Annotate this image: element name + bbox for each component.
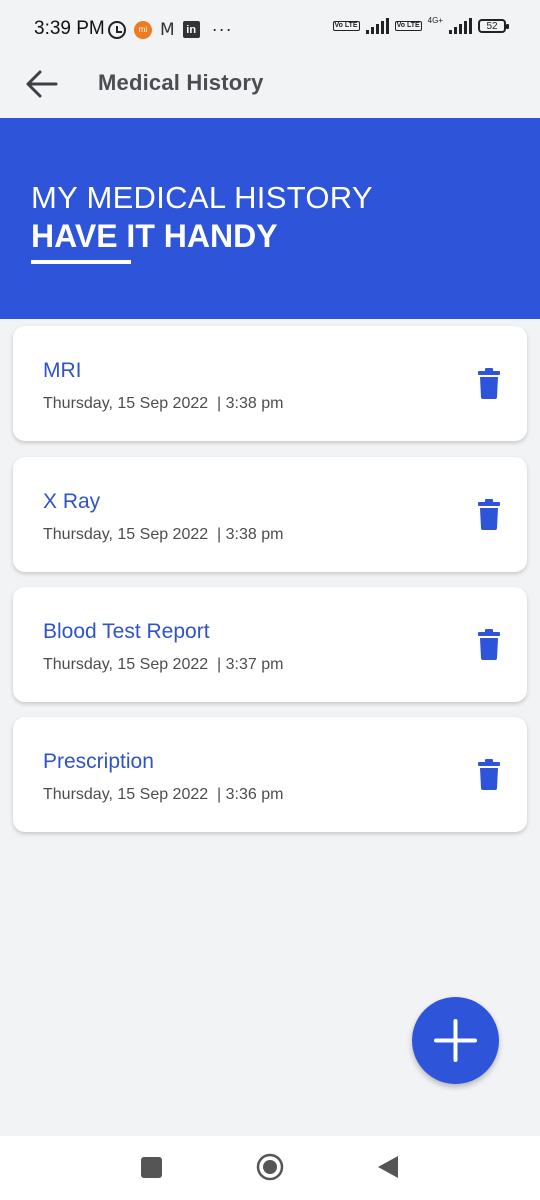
record-title: Prescription [43,750,154,773]
recent-apps-icon[interactable] [141,1157,162,1178]
trash-icon[interactable] [478,499,500,530]
volte-icon-2: Vo LTE [394,21,422,31]
volte-icon: Vo LTE [332,21,360,31]
add-record-button[interactable] [412,997,499,1084]
notification-icons: mi M in ··· [108,19,233,40]
signal-icon [365,18,389,34]
record-card[interactable]: Blood Test Report Thursday, 15 Sep 2022 … [13,587,527,702]
record-card[interactable]: X Ray Thursday, 15 Sep 2022 | 3:38 pm [13,457,527,572]
back-icon[interactable] [377,1155,399,1179]
record-card[interactable]: Prescription Thursday, 15 Sep 2022 | 3:3… [13,717,527,832]
system-nav-bar [0,1136,540,1200]
arrow-left-icon [26,70,58,98]
plus-icon [434,1019,477,1062]
record-datetime: Thursday, 15 Sep 2022 | 3:36 pm [43,786,284,803]
battery-icon: 52 [478,19,509,33]
record-card[interactable]: MRI Thursday, 15 Sep 2022 | 3:38 pm [13,326,527,441]
home-icon[interactable] [256,1153,284,1181]
signal-icon-2 [449,18,472,34]
banner-underline [31,260,131,264]
system-icons: Vo LTE Vo LTE 4G+ 52 [332,15,509,34]
alarm-icon [108,20,126,39]
linkedin-icon: in [182,21,200,38]
record-title: X Ray [43,490,101,513]
trash-icon[interactable] [478,368,500,399]
record-title: Blood Test Report [43,620,210,643]
record-datetime: Thursday, 15 Sep 2022 | 3:38 pm [43,526,284,543]
record-title: MRI [43,359,82,382]
app-bar: Medical History [0,60,540,118]
record-datetime: Thursday, 15 Sep 2022 | 3:37 pm [43,656,284,673]
page-title: Medical History [98,70,264,95]
status-bar: 3:39 PM mi M in ··· Vo LTE Vo LTE 4G+ 52 [0,0,540,60]
record-datetime: Thursday, 15 Sep 2022 | 3:38 pm [43,395,284,412]
mi-icon: mi [134,20,152,39]
banner-heading: MY MEDICAL HISTORY [31,180,373,215]
status-time: 3:39 PM [34,18,105,39]
banner-subheading: HAVE IT HANDY [31,218,278,254]
back-button[interactable] [24,64,64,104]
gmail-icon: M [160,19,175,40]
more-notifications-icon: ··· [211,19,233,39]
trash-icon[interactable] [478,629,500,660]
hero-banner: MY MEDICAL HISTORY HAVE IT HANDY [0,118,540,319]
trash-icon[interactable] [478,759,500,790]
network-type: 4G+ [427,15,443,25]
